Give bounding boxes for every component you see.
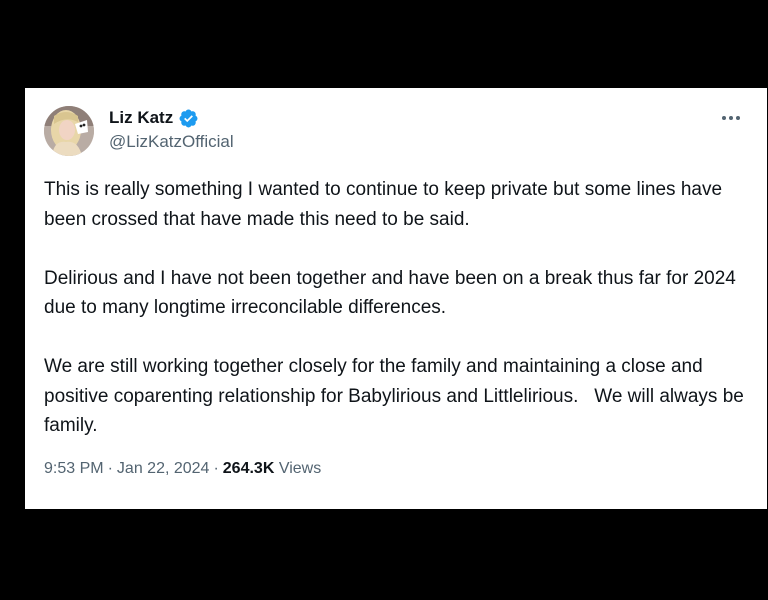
tweet-paragraph: Delirious and I have not been together a… — [44, 267, 742, 319]
tweet-date[interactable]: Jan 22, 2024 — [117, 460, 210, 477]
meta-separator: · — [107, 460, 113, 477]
tweet-paragraph: We are still working together closely fo… — [44, 356, 750, 436]
tweet-text: This is really something I wanted to con… — [44, 175, 754, 441]
views-count: 264.3K — [222, 460, 275, 477]
verified-badge-icon[interactable] — [178, 108, 199, 129]
avatar[interactable] — [44, 106, 94, 156]
meta-separator: · — [213, 460, 219, 477]
tweet-meta: 9:53 PM · Jan 22, 2024 · 264.3K Views — [44, 460, 321, 478]
author-handle[interactable]: @LizKatzOfficial — [109, 132, 234, 152]
tweet-card: Liz Katz @LizKatzOfficial This is really… — [25, 88, 767, 509]
views-label: Views — [278, 460, 322, 477]
tweet-paragraph: This is really something I wanted to con… — [44, 179, 728, 230]
author-name-row: Liz Katz — [109, 106, 199, 130]
avatar-photo — [44, 106, 94, 156]
screenshot-frame: Liz Katz @LizKatzOfficial This is really… — [0, 0, 768, 600]
author-display-name[interactable]: Liz Katz — [109, 108, 173, 128]
tweet-time[interactable]: 9:53 PM — [44, 460, 104, 477]
more-horizontal-icon[interactable] — [719, 110, 743, 126]
